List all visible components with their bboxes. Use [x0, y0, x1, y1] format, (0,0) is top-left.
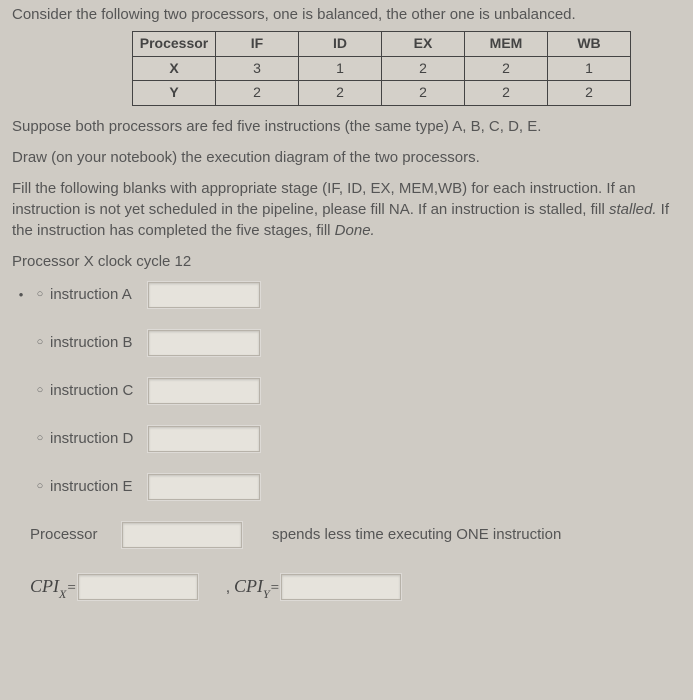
- label-instruction-b: instruction B: [50, 332, 148, 353]
- para-draw: Draw (on your notebook) the execution di…: [12, 147, 683, 168]
- cell: 2: [382, 56, 465, 81]
- cell: 1: [299, 56, 382, 81]
- input-instruction-c[interactable]: [148, 378, 260, 404]
- processor-table: Processor IF ID EX MEM WB X 3 1 2 2 1 Y …: [132, 31, 631, 106]
- para-suppose: Suppose both processors are fed five ins…: [12, 116, 683, 137]
- input-cpi-y[interactable]: [281, 574, 401, 600]
- cell: X: [133, 56, 216, 81]
- label-cpi-y: CPIY=: [234, 574, 281, 601]
- input-instruction-d[interactable]: [148, 426, 260, 452]
- circle-icon: ○: [30, 335, 50, 350]
- th-id: ID: [299, 32, 382, 57]
- label-processor: Processor: [12, 524, 122, 545]
- list-item: ○ instruction D: [12, 426, 683, 452]
- th-wb: WB: [548, 32, 631, 57]
- section-title: Processor X clock cycle 12: [12, 251, 683, 272]
- th-processor: Processor: [133, 32, 216, 57]
- bullet-icon: •: [12, 286, 30, 304]
- para-fill: Fill the following blanks with appropria…: [12, 178, 683, 241]
- input-cpi-x[interactable]: [78, 574, 198, 600]
- list-item: ○ instruction E: [12, 474, 683, 500]
- input-processor[interactable]: [122, 522, 242, 548]
- cell: 2: [465, 56, 548, 81]
- cell: 1: [548, 56, 631, 81]
- th-mem: MEM: [465, 32, 548, 57]
- list-item: ○ instruction B: [12, 330, 683, 356]
- table-row: X 3 1 2 2 1: [133, 56, 631, 81]
- comma: ,: [226, 577, 230, 598]
- label-instruction-e: instruction E: [50, 476, 148, 497]
- cell: 2: [465, 81, 548, 106]
- circle-icon: ○: [30, 287, 50, 302]
- input-instruction-a[interactable]: [148, 282, 260, 308]
- list-item: • ○ instruction A: [12, 282, 683, 308]
- cell: Y: [133, 81, 216, 106]
- circle-icon: ○: [30, 431, 50, 446]
- input-instruction-e[interactable]: [148, 474, 260, 500]
- cell: 2: [382, 81, 465, 106]
- label-instruction-a: instruction A: [50, 284, 148, 305]
- cell: 3: [216, 56, 299, 81]
- intro-text: Consider the following two processors, o…: [12, 4, 683, 25]
- spends-text: spends less time executing ONE instructi…: [272, 524, 561, 545]
- th-ex: EX: [382, 32, 465, 57]
- cell: 2: [548, 81, 631, 106]
- label-cpi-x: CPIX=: [30, 574, 78, 601]
- label-instruction-c: instruction C: [50, 380, 148, 401]
- list-item: ○ instruction C: [12, 378, 683, 404]
- table-row: Y 2 2 2 2 2: [133, 81, 631, 106]
- circle-icon: ○: [30, 383, 50, 398]
- circle-icon: ○: [30, 479, 50, 494]
- cell: 2: [216, 81, 299, 106]
- th-if: IF: [216, 32, 299, 57]
- label-instruction-d: instruction D: [50, 428, 148, 449]
- cell: 2: [299, 81, 382, 106]
- input-instruction-b[interactable]: [148, 330, 260, 356]
